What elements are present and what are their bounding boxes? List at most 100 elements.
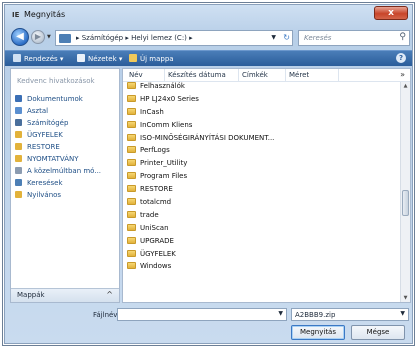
desktop-icon <box>15 107 22 114</box>
folder-icon <box>127 172 136 180</box>
folder-icon <box>127 210 136 218</box>
vertical-scrollbar[interactable]: ▲ ▼ <box>400 82 410 302</box>
scroll-up-icon[interactable]: ▲ <box>401 82 410 91</box>
file-name: InCash <box>140 107 164 116</box>
public-folder-icon <box>15 191 22 198</box>
file-name: Printer_Utility <box>140 159 188 168</box>
favorite-links-list: Dokumentumok Asztal Számítógép ÜGYFELEK REST… <box>15 93 119 201</box>
address-bar[interactable]: ▸ Számítógép ▸ Helyi lemez (C:) ▸ ▼ ↻ <box>55 30 293 46</box>
scroll-thumb[interactable] <box>402 190 409 216</box>
more-columns-icon[interactable]: » <box>400 70 405 79</box>
file-list-item[interactable]: Printer_Utility <box>127 157 397 170</box>
command-toolbar: Rendezés ▾ Nézetek ▾ Új mappa ? <box>5 50 412 66</box>
file-list-item[interactable]: InCash <box>127 106 397 119</box>
file-list-item[interactable]: trade <box>127 209 397 222</box>
filename-input[interactable]: ▼ <box>117 308 287 321</box>
folder-icon <box>127 223 136 231</box>
sidebar-item-label: Dokumentumok <box>27 95 83 103</box>
sidebar-item-label: Számítógép <box>27 119 69 127</box>
new-folder-button[interactable]: Új mappa <box>129 54 174 63</box>
column-name[interactable]: Név <box>129 71 143 79</box>
scroll-down-icon[interactable]: ▼ <box>401 294 410 302</box>
forward-button[interactable]: ▶ <box>31 30 45 44</box>
search-icon[interactable]: ⚲ <box>399 32 406 42</box>
file-list-item[interactable]: UniScan <box>127 222 397 235</box>
history-dropdown-icon[interactable]: ▼ <box>47 34 51 40</box>
sidebar-item[interactable]: Számítógép <box>15 117 119 129</box>
file-list-item[interactable]: UPGRADE <box>127 235 397 248</box>
refresh-icon[interactable]: ↻ <box>283 33 290 42</box>
file-name: HP LJ24x0 Series <box>140 94 199 103</box>
sidebar-item[interactable]: Asztal <box>15 105 119 117</box>
folder-icon <box>127 120 136 128</box>
column-tags[interactable]: Címkék <box>242 71 268 79</box>
file-name: ISO-MINŐSÉGIRÁNYÍTÁSI DOKUMENT... <box>140 133 275 142</box>
file-name: UniScan <box>140 223 169 232</box>
computer-icon <box>15 119 22 126</box>
column-size[interactable]: Méret <box>289 71 309 79</box>
sidebar-item-label: RESTORE <box>27 143 60 151</box>
chevron-up-icon: ^ <box>106 290 113 299</box>
file-list-item[interactable]: InComm Kliens <box>127 119 397 132</box>
file-name: ÜGYFELEK <box>140 249 176 258</box>
organize-button[interactable]: Rendezés ▾ <box>13 54 63 63</box>
address-dropdown-icon[interactable]: ▼ <box>271 34 276 41</box>
file-list-item[interactable]: RESTORE <box>127 183 397 196</box>
views-label: Nézetek ▾ <box>88 55 123 63</box>
sidebar-item[interactable]: A közelmúltban mó... <box>15 165 119 177</box>
folder-icon <box>127 236 136 244</box>
file-list-item[interactable]: totalcmd <box>127 196 397 209</box>
sidebar-item-label: Asztal <box>27 107 49 115</box>
file-list-item[interactable]: Windows <box>127 260 397 273</box>
folders-toggle[interactable]: Mappák ^ <box>11 288 119 302</box>
sidebar-item[interactable]: NYOMTATVÁNY <box>15 153 119 165</box>
file-list: Felhasználók HP LJ24x0 Series InCash InComm… <box>127 80 397 273</box>
folder-icon <box>127 146 136 154</box>
search-folder-icon <box>15 179 22 186</box>
search-box[interactable]: Keresés ⚲ <box>298 30 410 46</box>
navigation-row: ◀ ▶ ▼ ▸ Számítógép ▸ Helyi lemez (C:) ▸ … <box>5 26 412 50</box>
file-list-item[interactable]: ISO-MINŐSÉGIRÁNYÍTÁSI DOKUMENT... <box>127 132 397 145</box>
close-button[interactable]: x <box>374 6 408 20</box>
sidebar-item[interactable]: Keresések <box>15 177 119 189</box>
file-type-select[interactable]: A2BBB9.zip ▼ <box>291 308 409 321</box>
folder-icon <box>15 143 22 150</box>
file-name: RESTORE <box>140 185 173 194</box>
views-button[interactable]: Nézetek ▾ <box>77 54 122 63</box>
file-name: Windows <box>140 262 172 271</box>
file-list-item[interactable]: Program Files <box>127 170 397 183</box>
dialog-title: Megnyitás <box>24 10 66 19</box>
sidebar-item-label: A közelmúltban mó... <box>27 167 102 175</box>
file-list-item[interactable]: PerfLogs <box>127 144 397 157</box>
open-button[interactable]: Megnyitás <box>291 325 345 340</box>
search-placeholder: Keresés <box>304 34 332 42</box>
file-list-item[interactable]: Felhasználók <box>127 80 397 93</box>
filename-dropdown-icon[interactable]: ▼ <box>278 310 283 317</box>
organize-icon <box>13 54 21 62</box>
column-date[interactable]: Készítés dátuma <box>168 71 226 79</box>
folder-icon <box>127 185 136 193</box>
file-list-item[interactable]: ÜGYFELEK <box>127 248 397 261</box>
file-list-item[interactable]: HP LJ24x0 Series <box>127 93 397 106</box>
file-type-dropdown-icon[interactable]: ▼ <box>400 310 405 317</box>
sidebar-item[interactable]: RESTORE <box>15 141 119 153</box>
folder-icon <box>127 159 136 167</box>
folders-label: Mappák <box>17 291 45 299</box>
sidebar-item[interactable]: Dokumentumok <box>15 93 119 105</box>
file-list-pane: Név Készítés dátuma Címkék Méret » Felha… <box>122 68 411 303</box>
back-button[interactable]: ◀ <box>11 28 29 46</box>
file-name: Program Files <box>140 172 188 181</box>
help-icon[interactable]: ? <box>396 53 406 63</box>
file-name: totalcmd <box>140 198 172 207</box>
address-path: ▸ Számítógép ▸ Helyi lemez (C:) ▸ <box>76 34 193 42</box>
sidebar-item[interactable]: ÜGYFELEK <box>15 129 119 141</box>
sidebar-item-label: Nyilvános <box>27 191 62 199</box>
sidebar-item[interactable]: Nyilvános <box>15 189 119 201</box>
folder-icon <box>127 262 136 270</box>
views-icon <box>77 54 85 62</box>
sidebar-item-label: Keresések <box>27 179 63 187</box>
cancel-button[interactable]: Mégse <box>351 325 405 340</box>
folder-icon <box>127 107 136 115</box>
navigation-pane: Kedvenc hivatkozások Dokumentumok Asztal S… <box>10 68 120 303</box>
folder-icon <box>15 131 22 138</box>
